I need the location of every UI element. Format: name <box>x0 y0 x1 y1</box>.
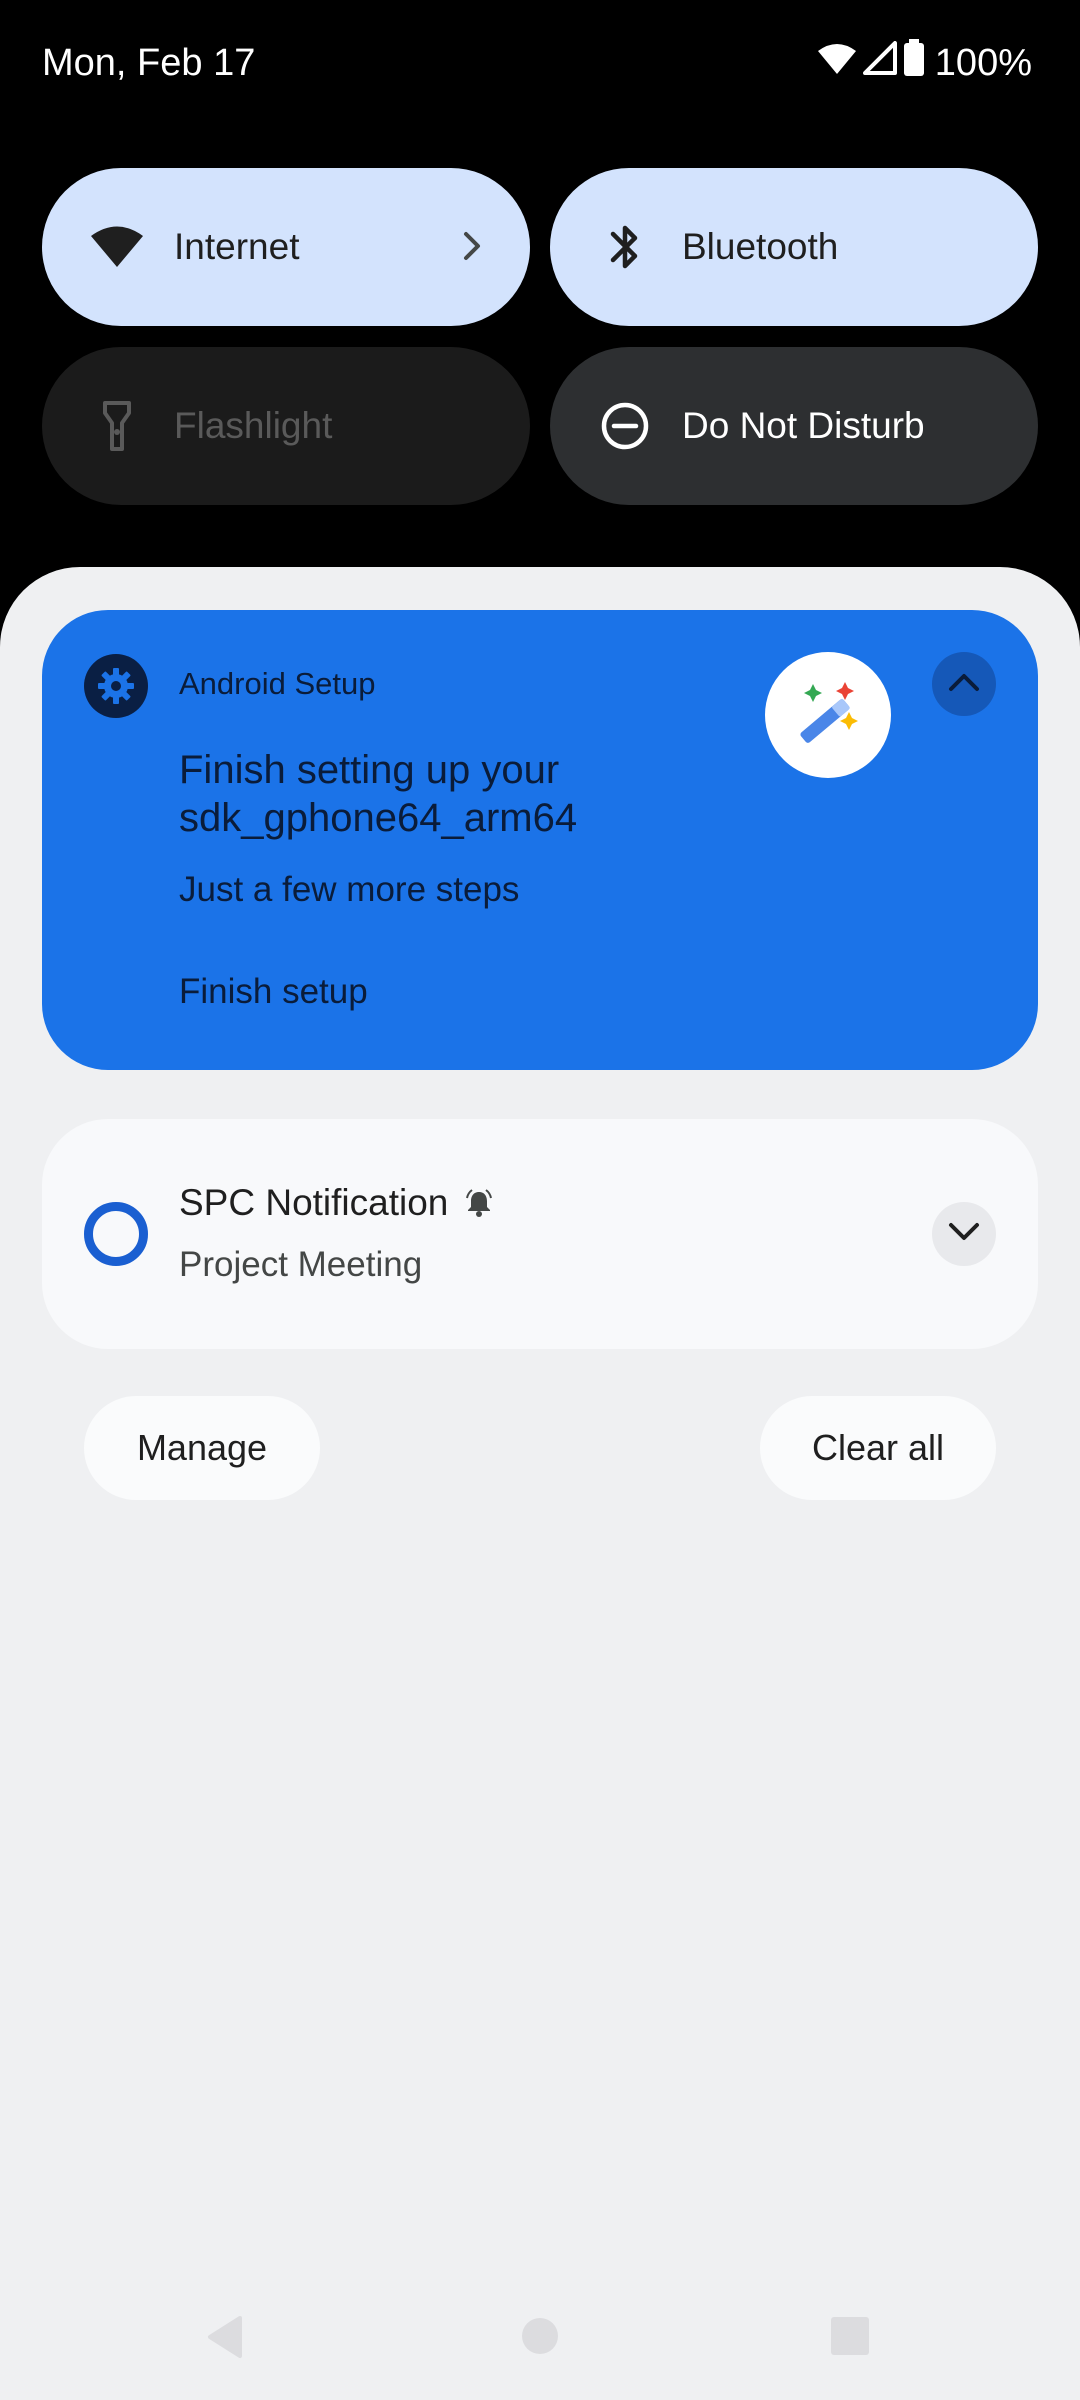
wifi-icon <box>82 212 152 282</box>
flashlight-icon <box>82 391 152 461</box>
chevron-up-icon <box>947 671 981 698</box>
notification-spc-title-row: SPC Notification <box>179 1179 494 1227</box>
wifi-icon <box>817 42 857 85</box>
tile-internet[interactable]: Internet <box>42 168 530 326</box>
expand-notification-button[interactable] <box>932 1202 996 1266</box>
tile-bluetooth-label: Bluetooth <box>682 226 839 267</box>
notification-android-setup[interactable]: Android Setup Finish setting up your sdk… <box>42 610 1038 1070</box>
tile-flashlight-label: Flashlight <box>174 405 333 446</box>
ring-icon <box>84 1202 148 1266</box>
gear-icon <box>84 654 148 718</box>
magic-wand-icon <box>765 652 891 778</box>
bell-icon <box>464 1188 494 1218</box>
battery-icon <box>903 39 925 87</box>
battery-percent: 100% <box>934 41 1032 84</box>
chevron-right-icon[interactable] <box>460 226 484 271</box>
notification-title: Finish setting up your sdk_gphone64_arm6… <box>179 748 578 840</box>
tile-bluetooth[interactable]: Bluetooth <box>550 168 1038 326</box>
collapse-notification-button[interactable] <box>932 652 996 716</box>
do-not-disturb-icon <box>590 391 660 461</box>
status-bar-date: Mon, Feb 17 <box>42 42 256 84</box>
notification-spc-text: Project Meeting <box>179 1245 423 1284</box>
tile-do-not-disturb-label: Do Not Disturb <box>682 405 925 446</box>
chevron-down-icon <box>947 1221 981 1248</box>
notification-spc[interactable]: SPC Notification Project Meeting <box>42 1119 1038 1349</box>
tile-internet-label: Internet <box>174 226 300 267</box>
notification-spc-title: SPC Notification <box>179 1182 449 1223</box>
status-bar-icons: 100% <box>817 38 1032 88</box>
finish-setup-action[interactable]: Finish setup <box>179 968 368 1016</box>
cellular-signal-icon <box>862 41 897 85</box>
notification-app-name: Android Setup <box>179 666 376 701</box>
clear-all-button[interactable]: Clear all <box>760 1396 996 1500</box>
tile-do-not-disturb[interactable]: Do Not Disturb <box>550 347 1038 505</box>
recents-icon[interactable] <box>830 2316 870 2361</box>
notification-text: Just a few more steps <box>179 870 520 909</box>
bluetooth-icon <box>590 212 660 282</box>
home-icon[interactable] <box>520 2316 560 2361</box>
tile-flashlight[interactable]: Flashlight <box>42 347 530 505</box>
back-icon[interactable] <box>204 2314 244 2365</box>
manage-button[interactable]: Manage <box>84 1396 320 1500</box>
